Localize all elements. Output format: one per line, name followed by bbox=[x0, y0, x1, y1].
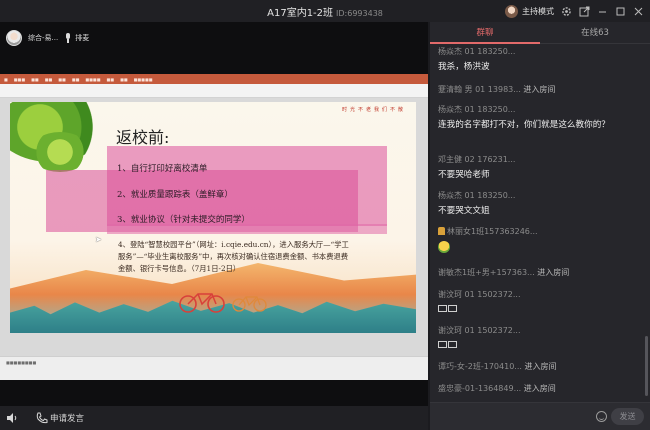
chat-message: 杨焱杰 01 183250... 连我的名字都打不对，你们就是这么教你的？ bbox=[438, 104, 642, 131]
join-notice: 进入房间 bbox=[521, 384, 556, 393]
chat-tabs: 群聊 在线63 bbox=[430, 22, 650, 44]
chat-message: 杨焱杰 01 183250... 我杀，杨洪波 bbox=[438, 46, 642, 73]
ppt-toolbar bbox=[0, 84, 428, 98]
shared-ppt-window: ■ ■■■ ■■ ■■ ■■ ■■ ■■■■ ■■ ■■ ■■■■■ 时光不老我们不散 返校前: … bbox=[0, 74, 428, 380]
volume-icon[interactable] bbox=[6, 412, 18, 424]
chat-message: 谢汶珂 01 1502372... bbox=[438, 325, 642, 352]
slide-item-2: 2、就业质量跟踪表（盖鲜章） bbox=[117, 190, 233, 200]
message-text bbox=[438, 241, 642, 257]
maximize-icon[interactable] bbox=[615, 6, 626, 17]
message-text bbox=[438, 340, 642, 352]
slide-heading: 返校前: bbox=[116, 128, 170, 147]
join-notice: 进入房间 bbox=[534, 268, 570, 277]
send-button[interactable]: 发送 bbox=[611, 408, 644, 425]
slide-item-3: 3、就业协议（针对未提交的同学） bbox=[117, 215, 250, 225]
emoji-picker-icon[interactable] bbox=[596, 411, 607, 422]
mic-queue-button[interactable]: 排麦 bbox=[75, 33, 89, 43]
sender-name[interactable]: 杨焱杰 01 183250... bbox=[438, 104, 642, 115]
square-emote-icon bbox=[438, 341, 447, 348]
sender-name[interactable]: 谢汶珂 01 1502372... bbox=[438, 289, 642, 300]
teacher-name: 综合-易... bbox=[28, 34, 59, 42]
slide-decor-text: 时光不老我们不散 bbox=[341, 107, 406, 113]
chat-message: 林丽女1班157363246... bbox=[438, 226, 642, 257]
bicycle-illustration bbox=[232, 296, 267, 312]
screen-share-stage: 综合-易... 排麦 ■ ■■■ ■■ ■■ ■■ ■■ ■■■■ ■■ ■■ ■■■■■ 时光不… bbox=[0, 22, 428, 406]
sender-name[interactable]: 蹇清翰 男 01 13983... bbox=[438, 85, 521, 94]
chat-message: 杨焱杰 01 183250... 不要哭文文姐 bbox=[438, 190, 642, 217]
system-message: 盛忠豪-01-1364849... 进入房间 bbox=[438, 383, 642, 394]
message-text: 连我的名字都打不对，你们就是这么教你的？ bbox=[438, 120, 610, 130]
chat-panel: 群聊 在线63 杨焱杰 01 183250... 我杀，杨洪波 蹇清翰 男 01… bbox=[430, 22, 650, 430]
bicycle-illustration bbox=[179, 293, 225, 313]
square-emote-icon bbox=[448, 341, 457, 348]
chat-scrollbar[interactable] bbox=[645, 336, 648, 396]
sender-name[interactable]: 杨焱杰 01 183250... bbox=[438, 190, 642, 201]
sender-name[interactable]: 邓主健 02 176231... bbox=[438, 154, 642, 165]
sender-name[interactable]: 谭巧-女-2班-170410... bbox=[438, 362, 522, 371]
sender-name[interactable]: 谢敏杰1班+男+157363... bbox=[438, 268, 535, 277]
highlight-box bbox=[107, 224, 387, 234]
chat-message: 邓主健 02 176231... 不要哭哈老师 bbox=[438, 154, 642, 181]
system-message: 谢敏杰1班+男+157363... 进入房间 bbox=[438, 267, 642, 278]
chat-message-list[interactable]: 杨焱杰 01 183250... 我杀，杨洪波 蹇清翰 男 01 13983..… bbox=[430, 44, 650, 402]
bottom-control-bar: 申请发言 bbox=[0, 406, 428, 430]
teacher-bar: 综合-易... 排麦 bbox=[6, 28, 89, 48]
tree-illustration bbox=[30, 132, 90, 172]
title-bar: A17室内1-2班 ID:6993438 主持模式 bbox=[0, 0, 650, 22]
message-text bbox=[438, 304, 642, 316]
ppt-status-bar: ■■■■■■■■ bbox=[0, 356, 428, 380]
sender-name[interactable]: 林丽女1班157363246... bbox=[438, 226, 642, 237]
square-emote-icon bbox=[438, 305, 447, 312]
message-text: 我杀，杨洪波 bbox=[438, 62, 490, 72]
apply-speak-button[interactable]: 申请发言 bbox=[50, 412, 84, 424]
slide-item-4: 4、登陆“智慧校园平台”（网址：i.cqie.edu.cn），进入服务大厅—“学… bbox=[118, 240, 349, 273]
slide: 时光不老我们不散 返校前: 1、自行打印好离校清单 2、就业质量跟踪表（盖鲜章）… bbox=[10, 102, 416, 333]
sender-name[interactable]: 杨焱杰 01 183250... bbox=[438, 46, 642, 57]
settings-icon[interactable] bbox=[561, 6, 572, 17]
system-message: 蹇清翰 男 01 13983... 进入房间 bbox=[438, 84, 642, 95]
join-notice: 进入房间 bbox=[521, 362, 557, 371]
badge-icon bbox=[438, 227, 445, 235]
message-text: 不要哭文文姐 bbox=[438, 206, 490, 216]
chat-input-row: 发送 bbox=[430, 402, 650, 430]
ppt-canvas: 时光不老我们不散 返校前: 1、自行打印好离校清单 2、就业质量跟踪表（盖鲜章）… bbox=[0, 98, 428, 356]
smile-emoji-icon bbox=[438, 241, 450, 253]
chat-message: 谢汶珂 01 1502372... bbox=[438, 289, 642, 316]
phone-icon[interactable] bbox=[36, 412, 48, 424]
mic-icon[interactable] bbox=[64, 33, 72, 43]
room-id: ID:6993438 bbox=[336, 9, 383, 18]
close-icon[interactable] bbox=[633, 6, 644, 17]
share-icon[interactable] bbox=[579, 6, 590, 17]
square-emote-icon bbox=[448, 305, 457, 312]
slide-item-1: 1、自行打印好离校清单 bbox=[117, 164, 208, 174]
mouse-cursor-icon: ➤ bbox=[95, 235, 102, 244]
host-mode-label[interactable]: 主持模式 bbox=[522, 6, 554, 17]
classroom-app: A17室内1-2班 ID:6993438 主持模式 综合-易... 排麦 ■ ■… bbox=[0, 0, 650, 430]
join-notice: 进入房间 bbox=[520, 85, 556, 94]
title-bar-controls: 主持模式 bbox=[505, 2, 644, 20]
tab-group-chat[interactable]: 群聊 bbox=[430, 22, 540, 44]
tab-online[interactable]: 在线63 bbox=[540, 22, 650, 43]
sender-name[interactable]: 盛忠豪-01-1364849... bbox=[438, 384, 521, 393]
teacher-avatar[interactable] bbox=[6, 30, 22, 46]
sender-name[interactable]: 谢汶珂 01 1502372... bbox=[438, 325, 642, 336]
minimize-icon[interactable] bbox=[597, 6, 608, 17]
message-text: 不要哭哈老师 bbox=[438, 170, 490, 180]
host-avatar[interactable] bbox=[505, 4, 518, 18]
ppt-ribbon: ■ ■■■ ■■ ■■ ■■ ■■ ■■■■ ■■ ■■ ■■■■■ bbox=[0, 74, 428, 84]
system-message: 谭巧-女-2班-170410... 进入房间 bbox=[438, 361, 642, 372]
room-title: A17室内1-2班 bbox=[267, 8, 334, 19]
chat-input[interactable] bbox=[436, 407, 586, 427]
